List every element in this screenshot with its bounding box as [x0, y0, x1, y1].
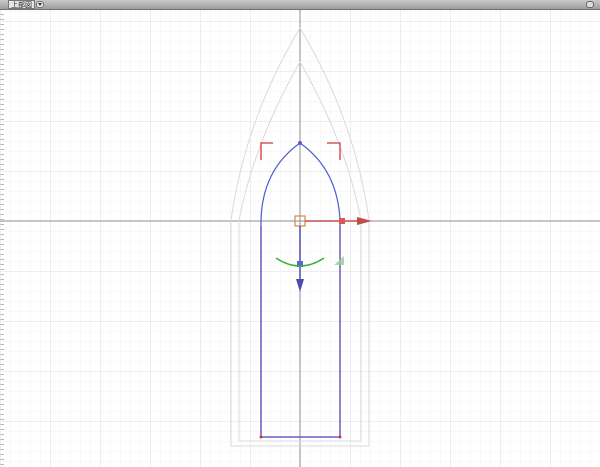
viewport-header: 上部図: [0, 0, 600, 10]
viewport-canvas[interactable]: [0, 10, 600, 467]
gizmo-x-scale-handle[interactable]: [339, 218, 345, 224]
chevron-down-icon[interactable]: [36, 1, 44, 8]
shape-vertex-bottom-left[interactable]: [259, 435, 263, 439]
viewport-label[interactable]: 上部図: [8, 0, 35, 9]
shape-vertex-top[interactable]: [298, 141, 302, 145]
maximize-icon[interactable]: [586, 1, 594, 8]
shape-vertex-bottom-right[interactable]: [338, 435, 342, 439]
